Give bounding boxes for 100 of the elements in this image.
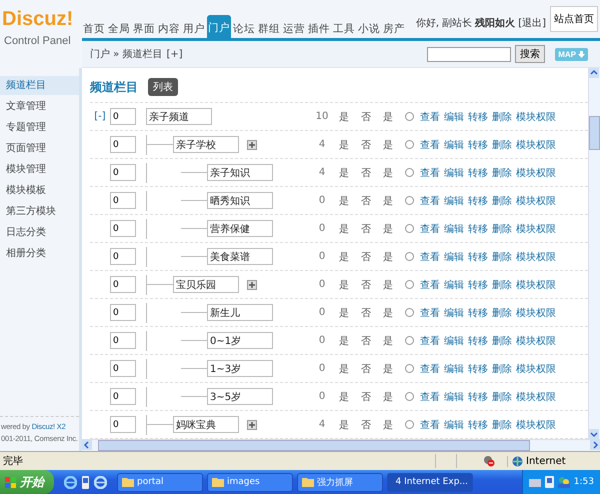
- action-link[interactable]: 模块权限: [516, 362, 556, 376]
- add-link[interactable]: [+]: [166, 48, 183, 60]
- taskbar-button[interactable]: 强力抓屏: [297, 472, 383, 492]
- action-link[interactable]: 删除: [492, 334, 512, 348]
- action-link[interactable]: 编辑: [444, 278, 464, 292]
- action-link[interactable]: 编辑: [444, 334, 464, 348]
- name-field[interactable]: 营养保健: [207, 220, 273, 237]
- search-field[interactable]: [427, 46, 512, 62]
- radio-button[interactable]: [405, 280, 414, 289]
- name-field[interactable]: 0~1岁: [207, 332, 273, 349]
- action-link[interactable]: 编辑: [444, 138, 464, 152]
- order-field[interactable]: 0: [110, 276, 136, 293]
- action-link[interactable]: 模块权限: [516, 194, 556, 208]
- radio-button[interactable]: [405, 308, 414, 317]
- name-field[interactable]: 美食菜谱: [207, 248, 273, 265]
- action-link[interactable]: 查看: [420, 306, 440, 320]
- action-link[interactable]: 删除: [492, 362, 512, 376]
- order-field[interactable]: 0: [110, 164, 136, 181]
- name-field[interactable]: 3~5岁: [207, 388, 273, 405]
- action-link[interactable]: 删除: [492, 390, 512, 404]
- action-link[interactable]: 删除: [492, 278, 512, 292]
- order-field[interactable]: 0: [110, 136, 136, 153]
- radio-button[interactable]: [405, 168, 414, 177]
- nav-tab[interactable]: 群组: [257, 20, 281, 38]
- action-link[interactable]: 查看: [420, 250, 440, 264]
- order-field[interactable]: 0: [110, 388, 136, 405]
- action-link[interactable]: 编辑: [444, 194, 464, 208]
- start-button[interactable]: 开始: [0, 470, 54, 494]
- action-link[interactable]: 查看: [420, 138, 440, 152]
- action-link[interactable]: 模块权限: [516, 138, 556, 152]
- taskbar-button[interactable]: 4 Internet Exp...: [387, 472, 473, 492]
- action-link[interactable]: 删除: [492, 222, 512, 236]
- action-link[interactable]: 查看: [420, 390, 440, 404]
- radio-button[interactable]: [405, 140, 414, 149]
- action-link[interactable]: 删除: [492, 306, 512, 320]
- action-link[interactable]: 删除: [492, 250, 512, 264]
- action-link[interactable]: 编辑: [444, 222, 464, 236]
- order-field[interactable]: 0: [110, 220, 136, 237]
- action-link[interactable]: 查看: [420, 362, 440, 376]
- action-link[interactable]: 转移: [468, 306, 488, 320]
- action-link[interactable]: 模块权限: [516, 390, 556, 404]
- action-link[interactable]: 模块权限: [516, 166, 556, 180]
- order-field[interactable]: 0: [110, 332, 136, 349]
- name-field[interactable]: 亲子知识: [207, 164, 273, 181]
- sidebar-item[interactable]: 专题管理: [0, 118, 79, 137]
- nav-tab[interactable]: 工具: [332, 20, 356, 38]
- action-link[interactable]: 模块权限: [516, 334, 556, 348]
- nav-tab[interactable]: 首页: [82, 20, 106, 38]
- radio-button[interactable]: [405, 112, 414, 121]
- action-link[interactable]: 查看: [420, 418, 440, 432]
- sidebar-item[interactable]: 频道栏目: [0, 76, 79, 95]
- action-link[interactable]: 编辑: [444, 306, 464, 320]
- name-field[interactable]: 1~3岁: [207, 360, 273, 377]
- action-link[interactable]: 删除: [492, 418, 512, 432]
- action-link[interactable]: 转移: [468, 250, 488, 264]
- radio-button[interactable]: [405, 196, 414, 205]
- sidebar-item[interactable]: 日志分类: [0, 223, 79, 242]
- action-link[interactable]: 删除: [492, 110, 512, 124]
- action-link[interactable]: 编辑: [444, 166, 464, 180]
- action-link[interactable]: 转移: [468, 194, 488, 208]
- scroll-thumb[interactable]: [98, 440, 530, 452]
- action-link[interactable]: 查看: [420, 110, 440, 124]
- radio-button[interactable]: [405, 364, 414, 373]
- action-link[interactable]: 转移: [468, 278, 488, 292]
- action-link[interactable]: 查看: [420, 278, 440, 292]
- logout-link[interactable]: [退出]: [518, 16, 546, 30]
- action-link[interactable]: 模块权限: [516, 306, 556, 320]
- order-field[interactable]: 0: [110, 248, 136, 265]
- list-tab[interactable]: 列表: [148, 78, 178, 96]
- action-link[interactable]: 查看: [420, 194, 440, 208]
- radio-button[interactable]: [405, 420, 414, 429]
- nav-tab[interactable]: 小说: [357, 20, 381, 38]
- action-link[interactable]: 编辑: [444, 390, 464, 404]
- action-link[interactable]: 转移: [468, 138, 488, 152]
- site-home-button[interactable]: 站点首页: [550, 6, 598, 32]
- action-link[interactable]: 模块权限: [516, 110, 556, 124]
- sidebar-item[interactable]: 模块管理: [0, 160, 79, 179]
- name-field[interactable]: 亲子学校: [173, 136, 239, 153]
- action-link[interactable]: 转移: [468, 334, 488, 348]
- action-link[interactable]: 模块权限: [516, 278, 556, 292]
- sidebar-item[interactable]: 页面管理: [0, 139, 79, 158]
- action-link[interactable]: 模块权限: [516, 250, 556, 264]
- action-link[interactable]: 转移: [468, 418, 488, 432]
- name-field[interactable]: 新生儿: [207, 304, 273, 321]
- nav-tab[interactable]: 界面: [132, 20, 156, 38]
- sidebar-item[interactable]: 文章管理: [0, 97, 79, 116]
- action-link[interactable]: 编辑: [444, 110, 464, 124]
- nav-tab[interactable]: 插件: [307, 20, 331, 38]
- action-link[interactable]: 模块权限: [516, 222, 556, 236]
- action-link[interactable]: 删除: [492, 138, 512, 152]
- nav-tab[interactable]: 房产: [382, 20, 406, 38]
- sidebar-item[interactable]: 第三方模块: [0, 202, 79, 221]
- nav-tab[interactable]: 全局: [107, 20, 131, 38]
- horizontal-scrollbar[interactable]: [82, 439, 600, 452]
- collapse-toggle[interactable]: [-]: [94, 111, 106, 122]
- radio-button[interactable]: [405, 392, 414, 401]
- order-field[interactable]: 0: [110, 360, 136, 377]
- name-field[interactable]: 亲子频道: [146, 108, 212, 125]
- nav-tab[interactable]: 用户: [182, 20, 206, 38]
- action-link[interactable]: 查看: [420, 334, 440, 348]
